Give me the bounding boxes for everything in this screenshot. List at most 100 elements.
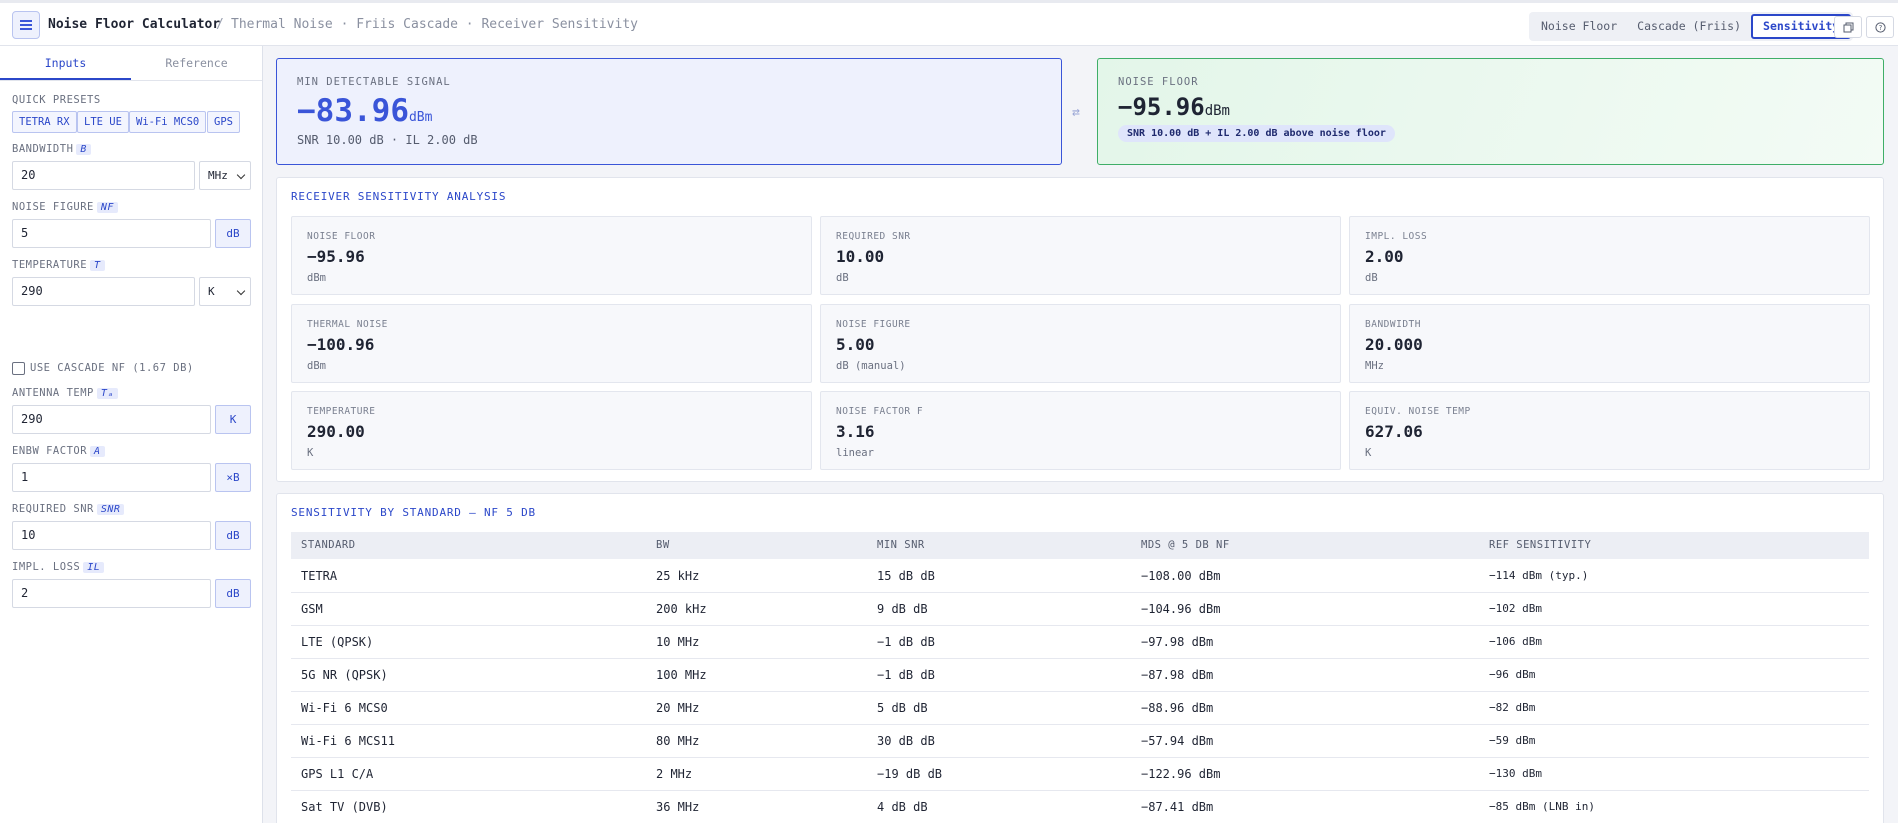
metric-label: THERMAL NOISE — [307, 319, 388, 330]
preset-lte-ue[interactable]: LTE UE — [77, 111, 129, 133]
metric-card: EQUIV. NOISE TEMP 627.06 K — [1349, 391, 1870, 470]
cell-ref-sensitivity: −102 dBm — [1489, 602, 1542, 615]
cell-bw: 25 kHz — [656, 569, 700, 583]
cell-mds: −104.96 dBm — [1141, 602, 1221, 616]
table-row: Wi-Fi 6 MCS0 20 MHz 5 dB dB −88.96 dBm −82 d… — [291, 692, 1869, 725]
table-row: TETRA 25 kHz 15 dB dB −108.00 dBm −114 dBm (… — [291, 560, 1869, 593]
mds-value: −83.96dBm — [297, 93, 433, 129]
cell-ref-sensitivity: −106 dBm — [1489, 635, 1542, 648]
cell-bw: 2 MHz — [656, 767, 693, 781]
cell-bw: 100 MHz — [656, 668, 707, 682]
cell-bw: 80 MHz — [656, 734, 700, 748]
cell-ref-sensitivity: −96 dBm — [1489, 668, 1536, 681]
enbw-factor-label: ENBW FACTOR A — [12, 445, 105, 457]
temperature-unit-select[interactable]: K — [199, 277, 251, 306]
preset-tetra-rx[interactable]: TETRA RX — [12, 111, 77, 133]
noise-figure-input[interactable]: 5 — [12, 219, 211, 248]
temperature-symbol: T — [90, 260, 105, 271]
copy-button[interactable] — [1834, 16, 1862, 38]
tab-noise-floor[interactable]: Noise Floor — [1531, 14, 1627, 39]
tab-cascade-friis[interactable]: Cascade (Friis) — [1627, 14, 1751, 39]
noise-figure-unit-button[interactable]: dB — [215, 219, 251, 248]
col-standard: STANDARD — [301, 539, 356, 551]
bandwidth-input[interactable]: 20 — [12, 161, 195, 190]
cell-min-snr: 30 dB dB — [877, 734, 935, 748]
metric-value: 10.00 — [836, 247, 885, 266]
mode-tabs: Noise Floor Cascade (Friis) Sensitivity — [1529, 12, 1854, 41]
bandwidth-symbol: B — [76, 144, 91, 155]
enbw-factor-unit-button[interactable]: ×B — [215, 463, 251, 492]
cell-mds: −122.96 dBm — [1141, 767, 1221, 781]
temperature-input[interactable]: 290 — [12, 277, 195, 306]
required-snr-input[interactable]: 10 — [12, 521, 211, 550]
cell-mds: −87.41 dBm — [1141, 800, 1214, 814]
impl-loss-unit-button[interactable]: dB — [215, 579, 251, 608]
bandwidth-unit-select[interactable]: MHz — [199, 161, 251, 190]
col-mds: MDS @ 5 DB NF — [1141, 539, 1230, 551]
noise-floor-value: −95.96dBm — [1118, 93, 1230, 121]
cell-min-snr: −1 dB dB — [877, 668, 935, 682]
cascade-nf-checkbox[interactable] — [12, 362, 25, 375]
standards-table-header: STANDARD BW MIN SNR MDS @ 5 DB NF REF SE… — [291, 532, 1869, 559]
preset-gps[interactable]: GPS — [207, 111, 240, 133]
cell-standard: 5G NR (QPSK) — [301, 668, 388, 682]
sensitivity-analysis-panel: RECEIVER SENSITIVITY ANALYSIS NOISE FLOO… — [276, 177, 1884, 482]
copy-icon — [1843, 22, 1853, 32]
impl-loss-input[interactable]: 2 — [12, 579, 211, 608]
antenna-temp-unit-button[interactable]: K — [215, 405, 251, 434]
cell-standard: LTE (QPSK) — [301, 635, 374, 649]
cell-bw: 200 kHz — [656, 602, 707, 616]
metric-unit: dB — [836, 272, 849, 284]
metric-card: REQUIRED SNR 10.00 dB — [820, 216, 1341, 295]
impl-loss-label: IMPL. LOSS IL — [12, 561, 105, 573]
metric-label: EQUIV. NOISE TEMP — [1365, 406, 1471, 417]
noise-floor-label: NOISE FLOOR — [1118, 76, 1199, 88]
cell-standard: Wi-Fi 6 MCS0 — [301, 701, 388, 715]
cascade-nf-label: USE CASCADE NF (1.67 DB) — [30, 362, 194, 374]
standards-panel: SENSITIVITY BY STANDARD — NF 5 DB STANDA… — [276, 493, 1884, 823]
metric-unit: dBm — [307, 360, 326, 372]
temperature-label: TEMPERATURE T — [12, 259, 105, 271]
tab-reference[interactable]: Reference — [131, 46, 262, 80]
help-icon: ? — [1874, 21, 1886, 33]
col-ref-sensitivity: REF SENSITIVITY — [1489, 539, 1592, 551]
app-title: Noise Floor Calculator — [48, 17, 221, 32]
metric-unit: K — [307, 447, 314, 459]
table-row: Wi-Fi 6 MCS11 80 MHz 30 dB dB −57.94 dBm −59… — [291, 725, 1869, 758]
metric-label: NOISE FACTOR F — [836, 406, 924, 417]
enbw-factor-input[interactable]: 1 — [12, 463, 211, 492]
cell-standard: Sat TV (DVB) — [301, 800, 388, 814]
noise-floor-card: NOISE FLOOR −95.96dBm SNR 10.00 dB + IL … — [1097, 58, 1884, 165]
preset-wifi-mcs0[interactable]: Wi-Fi MCS0 — [129, 111, 207, 133]
impl-loss-symbol: IL — [83, 562, 105, 573]
metric-value: −100.96 — [307, 335, 375, 354]
metric-unit: dB (manual) — [836, 360, 906, 372]
metric-label: NOISE FLOOR — [307, 231, 376, 242]
metric-value: 2.00 — [1365, 247, 1404, 266]
metric-value: 3.16 — [836, 422, 875, 441]
required-snr-label: REQUIRED SNR SNR — [12, 503, 125, 515]
cell-min-snr: −1 dB dB — [877, 635, 935, 649]
menu-button[interactable] — [12, 11, 40, 39]
required-snr-unit-button[interactable]: dB — [215, 521, 251, 550]
enbw-factor-symbol: A — [90, 446, 105, 457]
cell-standard: GPS L1 C/A — [301, 767, 374, 781]
help-button[interactable]: ? — [1866, 16, 1894, 38]
tab-inputs[interactable]: Inputs — [0, 46, 131, 80]
cell-ref-sensitivity: −85 dBm (LNB in) — [1489, 800, 1595, 813]
cell-mds: −57.94 dBm — [1141, 734, 1214, 748]
metric-card: TEMPERATURE 290.00 K — [291, 391, 812, 470]
menu-icon — [20, 20, 32, 30]
metric-label: IMPL. LOSS — [1365, 231, 1428, 242]
mds-subtitle: SNR 10.00 dB · IL 2.00 dB — [297, 133, 478, 147]
metric-value: 627.06 — [1365, 422, 1423, 441]
metric-unit: K — [1365, 447, 1372, 459]
col-bw: BW — [656, 539, 670, 551]
sidebar-tabs: Inputs Reference — [0, 46, 262, 81]
cell-bw: 10 MHz — [656, 635, 700, 649]
metric-card: NOISE FACTOR F 3.16 linear — [820, 391, 1341, 470]
sidebar: Inputs Reference QUICK PRESETS TETRA RX … — [0, 46, 263, 823]
antenna-temp-input[interactable]: 290 — [12, 405, 211, 434]
metric-unit: MHz — [1365, 360, 1384, 372]
top-bar: Noise Floor Calculator / Thermal Noise ·… — [0, 0, 1898, 46]
